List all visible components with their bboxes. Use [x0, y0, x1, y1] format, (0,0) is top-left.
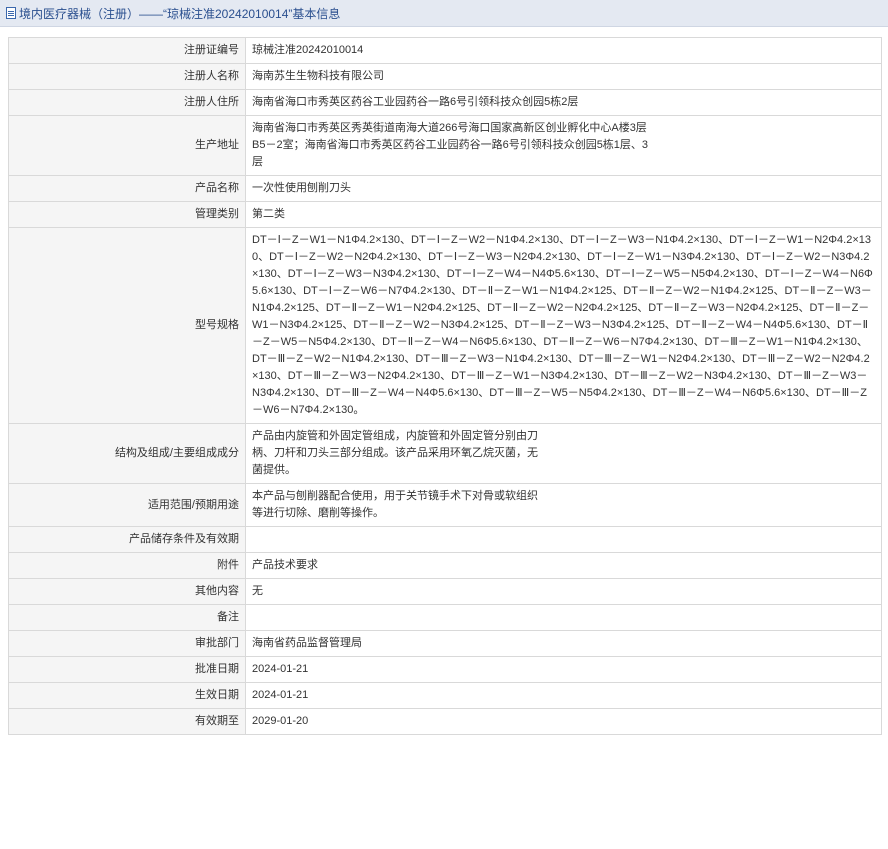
table-row: 批准日期 2024-01-21 — [8, 656, 882, 683]
table-row: 生效日期 2024-01-21 — [8, 682, 882, 709]
field-label: 注册证编号 — [8, 37, 246, 64]
field-value: 海南省药品监督管理局 — [245, 630, 882, 657]
table-row: 型号规格 DT－Ⅰ－Z－W1－N1Φ4.2×130、DT－Ⅰ－Z－W2－N1Φ4… — [8, 227, 882, 424]
table-row: 有效期至 2029-01-20 — [8, 708, 882, 735]
field-value: 本产品与刨削器配合使用，用于关节镜手术下对骨或软组织等进行切除、磨削等操作。 — [245, 483, 882, 527]
field-value — [245, 604, 882, 631]
field-label: 生产地址 — [8, 115, 246, 176]
table-row: 适用范围/预期用途 本产品与刨削器配合使用，用于关节镜手术下对骨或软组织等进行切… — [8, 483, 882, 527]
registration-info-table: 注册证编号 琼械注准20242010014 注册人名称 海南苏生生物科技有限公司… — [8, 37, 882, 735]
page-title: 境内医疗器械（注册）——“琼械注准20242010014”基本信息 — [19, 6, 341, 21]
field-label: 管理类别 — [8, 201, 246, 228]
composition-text: 产品由内旋管和外固定管组成，内旋管和外固定管分别由刀柄、刀杆和刀头三部分组成。该… — [252, 430, 538, 476]
intended-use-text: 本产品与刨削器配合使用，用于关节镜手术下对骨或软组织等进行切除、磨削等操作。 — [252, 490, 538, 519]
field-label: 注册人名称 — [8, 63, 246, 90]
field-value: 一次性使用刨削刀头 — [245, 175, 882, 202]
table-row: 备注 — [8, 604, 882, 631]
field-value: 海南省海口市秀英区药谷工业园药谷一路6号引领科技众创园5栋2层 — [245, 89, 882, 116]
table-row: 产品储存条件及有效期 — [8, 526, 882, 553]
field-value: DT－Ⅰ－Z－W1－N1Φ4.2×130、DT－Ⅰ－Z－W2－N1Φ4.2×13… — [245, 227, 882, 424]
field-label: 备注 — [8, 604, 246, 631]
production-address-text: 海南省海口市秀英区秀英街道南海大道266号海口国家高新区创业孵化中心A楼3层B5… — [252, 122, 649, 168]
field-value — [245, 526, 882, 553]
document-icon — [6, 7, 16, 19]
table-row: 注册证编号 琼械注准20242010014 — [8, 37, 882, 64]
table-row: 管理类别 第二类 — [8, 201, 882, 228]
field-label: 产品名称 — [8, 175, 246, 202]
field-label: 附件 — [8, 552, 246, 579]
field-label: 注册人住所 — [8, 89, 246, 116]
table-row: 注册人住所 海南省海口市秀英区药谷工业园药谷一路6号引领科技众创园5栋2层 — [8, 89, 882, 116]
field-label: 产品储存条件及有效期 — [8, 526, 246, 553]
field-label: 结构及组成/主要组成成分 — [8, 423, 246, 484]
field-value: 第二类 — [245, 201, 882, 228]
field-value: 2029-01-20 — [245, 708, 882, 735]
table-row: 附件 产品技术要求 — [8, 552, 882, 579]
table-row: 其他内容 无 — [8, 578, 882, 605]
field-value: 无 — [245, 578, 882, 605]
field-label: 型号规格 — [8, 227, 246, 424]
field-label: 有效期至 — [8, 708, 246, 735]
table-row: 结构及组成/主要组成成分 产品由内旋管和外固定管组成，内旋管和外固定管分别由刀柄… — [8, 423, 882, 484]
field-value: 海南省海口市秀英区秀英街道南海大道266号海口国家高新区创业孵化中心A楼3层B5… — [245, 115, 882, 176]
field-value: 琼械注准20242010014 — [245, 37, 882, 64]
page-header: 境内医疗器械（注册）——“琼械注准20242010014”基本信息 — [0, 0, 888, 27]
field-label: 适用范围/预期用途 — [8, 483, 246, 527]
field-value: 2024-01-21 — [245, 682, 882, 709]
table-row: 生产地址 海南省海口市秀英区秀英街道南海大道266号海口国家高新区创业孵化中心A… — [8, 115, 882, 176]
table-row: 审批部门 海南省药品监督管理局 — [8, 630, 882, 657]
field-label: 生效日期 — [8, 682, 246, 709]
field-value: 产品技术要求 — [245, 552, 882, 579]
field-value: 海南苏生生物科技有限公司 — [245, 63, 882, 90]
table-row: 产品名称 一次性使用刨削刀头 — [8, 175, 882, 202]
table-row: 注册人名称 海南苏生生物科技有限公司 — [8, 63, 882, 90]
field-label: 其他内容 — [8, 578, 246, 605]
field-label: 审批部门 — [8, 630, 246, 657]
field-value: 2024-01-21 — [245, 656, 882, 683]
field-label: 批准日期 — [8, 656, 246, 683]
field-value: 产品由内旋管和外固定管组成，内旋管和外固定管分别由刀柄、刀杆和刀头三部分组成。该… — [245, 423, 882, 484]
